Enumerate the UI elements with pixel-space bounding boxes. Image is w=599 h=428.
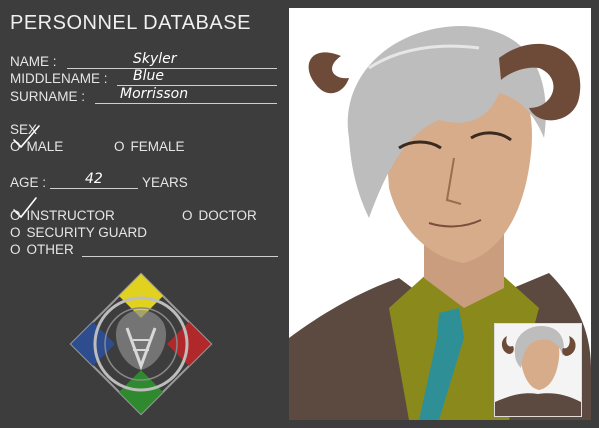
middlename-value: Blue (133, 68, 164, 84)
role-option-instructor-label: INSTRUCTOR (26, 208, 115, 223)
age-label: AGE : (10, 175, 47, 190)
radio-circle: O (10, 225, 21, 240)
radio-circle: O (182, 208, 193, 223)
sex-option-female-label: FEMALE (130, 139, 185, 154)
radio-circle: O (10, 242, 21, 257)
thumbnail-illustration (495, 324, 581, 416)
role-option-other-label: OTHER (26, 242, 74, 257)
radio-circle: O (10, 208, 21, 223)
sex-option-female[interactable]: O FEMALE (114, 139, 185, 154)
middlename-label: MIDDLENAME : (10, 71, 108, 86)
radio-circle: O (114, 139, 125, 154)
name-value: Skyler (133, 51, 177, 67)
role-option-doctor-label: DOCTOR (198, 208, 257, 223)
page-title: PERSONNEL DATABASE (10, 12, 251, 34)
age-unit: YEARS (142, 175, 188, 190)
thumbnail-photo (494, 323, 582, 417)
other-field[interactable] (82, 240, 278, 257)
surname-value: Morrisson (120, 86, 189, 102)
role-option-other[interactable]: O OTHER (10, 242, 74, 257)
role-option-doctor[interactable]: O DOCTOR (182, 208, 257, 223)
role-option-security-guard-label: SECURITY GUARD (26, 225, 148, 240)
surname-label: SURNAME : (10, 89, 86, 104)
role-option-security-guard[interactable]: O SECURITY GUARD (10, 225, 147, 240)
checkmark-icon (13, 125, 40, 148)
role-option-instructor[interactable]: O INSTRUCTOR (10, 208, 115, 223)
organization-emblem (69, 272, 213, 416)
age-value: 42 (85, 171, 103, 187)
name-label: NAME : (10, 54, 57, 69)
personnel-card: PERSONNEL DATABASE NAME : Skyler MIDDLEN… (0, 0, 599, 428)
